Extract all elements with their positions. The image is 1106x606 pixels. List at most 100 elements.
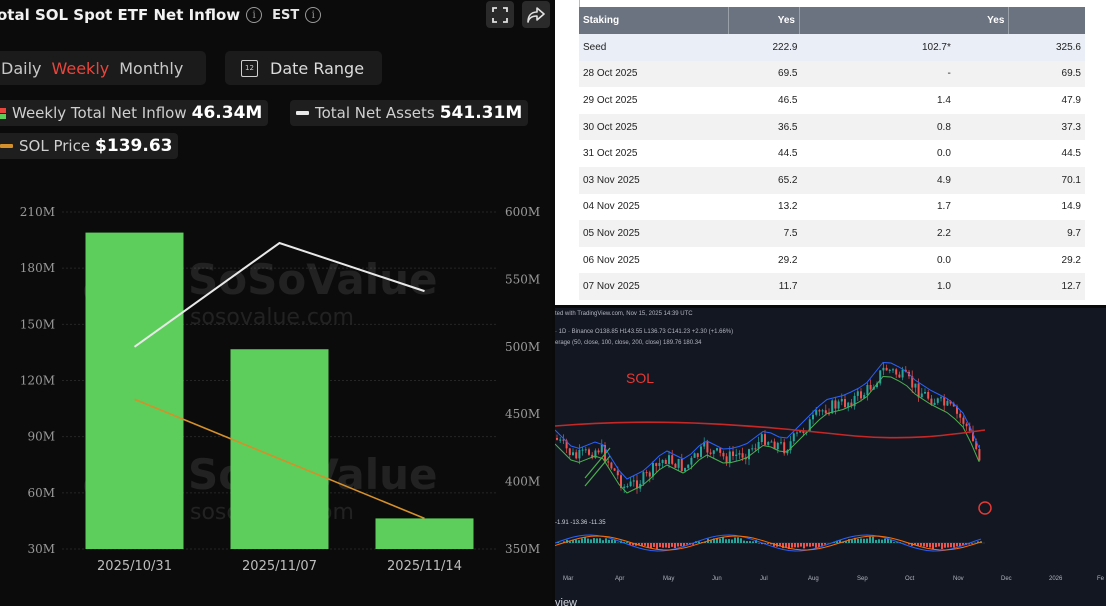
legend-sol-price[interactable]: SOL Price $139.63 xyxy=(0,133,179,159)
macd-histogram-bar xyxy=(851,539,853,543)
candle-body xyxy=(754,448,757,450)
macd-histogram-bar xyxy=(722,537,724,543)
candle-body xyxy=(629,481,632,487)
table-body: Seed 222.9 102.7* 325.6 28 Oct 2025 69.5-69.5… xyxy=(579,34,1085,300)
macd-histogram-bar xyxy=(938,543,940,547)
macd-histogram-bar xyxy=(809,543,811,547)
macd-histogram-bar xyxy=(605,538,607,543)
candle-body xyxy=(728,451,731,464)
candle-body xyxy=(623,486,626,488)
tradingview-chart-panel: ted with TradingView.com, Nov 15, 2025 1… xyxy=(555,308,1106,606)
y-right-tick-label: 500M xyxy=(505,340,540,354)
fullscreen-icon[interactable] xyxy=(486,1,514,28)
tv-month-label: Oct xyxy=(905,576,915,582)
table-cell: 47.9 xyxy=(1061,94,1081,106)
legend-total-net-assets-value: 541.31M xyxy=(439,103,523,123)
tv-month-label: Nov xyxy=(953,576,964,582)
col-header xyxy=(1008,7,1085,34)
macd-histogram-bar xyxy=(950,543,952,548)
macd-histogram-bar xyxy=(677,543,679,547)
table-cell: 7.5 xyxy=(728,220,800,247)
candle-body xyxy=(767,442,770,445)
x-tick-label: 2025/10/31 xyxy=(97,559,172,574)
macd-histogram-bar xyxy=(872,536,874,543)
macd-histogram-bar xyxy=(587,538,589,543)
candle-body xyxy=(600,444,603,453)
trend-line xyxy=(584,455,611,487)
macd-histogram-bar xyxy=(746,541,748,543)
table-cell: 13.2 xyxy=(778,201,798,213)
candle-body xyxy=(732,451,734,456)
info-icon[interactable]: i xyxy=(246,7,263,23)
macd-histogram-bar xyxy=(593,538,595,543)
timezone-info-icon[interactable]: i xyxy=(305,7,322,23)
candle-body xyxy=(610,462,613,469)
table-cell: 0.8 xyxy=(799,113,1009,141)
y-left-tick-label: 210M xyxy=(20,205,55,219)
timezone-label[interactable]: EST xyxy=(272,8,299,23)
table-cell: 69.5 xyxy=(728,60,800,88)
candle-body xyxy=(741,453,744,458)
candle-body xyxy=(575,452,578,459)
candle-body xyxy=(840,399,843,402)
tv-month-label: May xyxy=(663,576,674,582)
legend-total-net-assets[interactable]: Total Net Assets 541.31M xyxy=(290,100,529,126)
tab-weekly[interactable]: Weekly xyxy=(46,59,114,78)
macd-histogram-bar xyxy=(743,540,745,543)
table-cell: 29.2 xyxy=(1061,254,1081,266)
share-icon[interactable] xyxy=(522,1,550,28)
candle-body xyxy=(661,459,664,463)
tab-monthly[interactable]: Monthly xyxy=(114,59,188,78)
inflow-bar xyxy=(375,518,474,549)
candle-body xyxy=(677,458,680,468)
macd-histogram-bar xyxy=(731,539,733,543)
macd-histogram-bar xyxy=(881,539,883,543)
candle-body xyxy=(616,470,619,476)
tv-month-label: 2026 xyxy=(1049,576,1063,582)
chart-title: otal SOL Spot ETF Net Inflow xyxy=(0,6,241,24)
macd-histogram-bar xyxy=(647,543,649,548)
macd-histogram-bar xyxy=(710,540,712,543)
y-right-tick-label: 350M xyxy=(505,542,540,556)
candle-body xyxy=(648,472,651,477)
macd-histogram-bar xyxy=(752,541,754,543)
macd-histogram-bar xyxy=(866,538,868,543)
macd-histogram-bar xyxy=(626,542,628,543)
table-cell: 4.9 xyxy=(799,166,1009,194)
table-cell: 05 Nov 2025 xyxy=(579,220,729,247)
col-header: Yes xyxy=(798,7,1009,34)
orange-line-swatch-icon xyxy=(0,144,13,148)
table-cell: 69.5 xyxy=(1008,60,1085,88)
title-row: otal SOL Spot ETF Net Inflow i EST i xyxy=(0,0,552,30)
legend-sol-price-label: SOL Price xyxy=(19,137,91,155)
y-right-tick-label: 550M xyxy=(505,272,540,286)
date-range-button[interactable]: 12 Date Range xyxy=(225,51,382,85)
table-cell: 0.0 xyxy=(936,254,951,266)
table-row: Seed 222.9 102.7* 325.6 xyxy=(579,34,1085,61)
legend-weekly-inflow[interactable]: Weekly Total Net Inflow 46.34M xyxy=(0,100,269,126)
macd-histogram-bar xyxy=(602,540,604,543)
table-cell: 102.7* xyxy=(799,34,1009,61)
macd-histogram-bar xyxy=(737,537,739,543)
table-cell: 06 Nov 2025 xyxy=(583,254,640,266)
macd-histogram-bar xyxy=(674,543,676,549)
legend-weekly-inflow-value: 46.34M xyxy=(191,103,263,123)
tab-daily[interactable]: Daily xyxy=(0,59,46,78)
legend-weekly-inflow-label: Weekly Total Net Inflow xyxy=(12,104,187,122)
candle-body xyxy=(978,449,981,461)
table-cell: 1.0 xyxy=(799,273,1009,300)
macd-histogram-bar xyxy=(800,543,802,547)
table-row: 03 Nov 2025 65.2 4.9 70.1 xyxy=(579,166,1085,194)
macd-histogram-bar xyxy=(656,543,658,549)
macd-histogram-bar xyxy=(740,538,742,543)
macd-histogram-bar xyxy=(785,543,787,548)
y-left-tick-label: 60M xyxy=(27,486,55,500)
table-cell: 07 Nov 2025 xyxy=(579,273,729,300)
macd-histogram-bar xyxy=(971,543,973,544)
table-cell: 03 Nov 2025 xyxy=(579,166,729,194)
macd-histogram-bar xyxy=(581,538,583,543)
calendar-icon: 12 xyxy=(241,59,258,77)
candle-body xyxy=(597,450,600,453)
macd-histogram-bar xyxy=(860,538,862,543)
table-row: 06 Nov 2025 29.2 0.0 29.2 xyxy=(579,247,1085,274)
